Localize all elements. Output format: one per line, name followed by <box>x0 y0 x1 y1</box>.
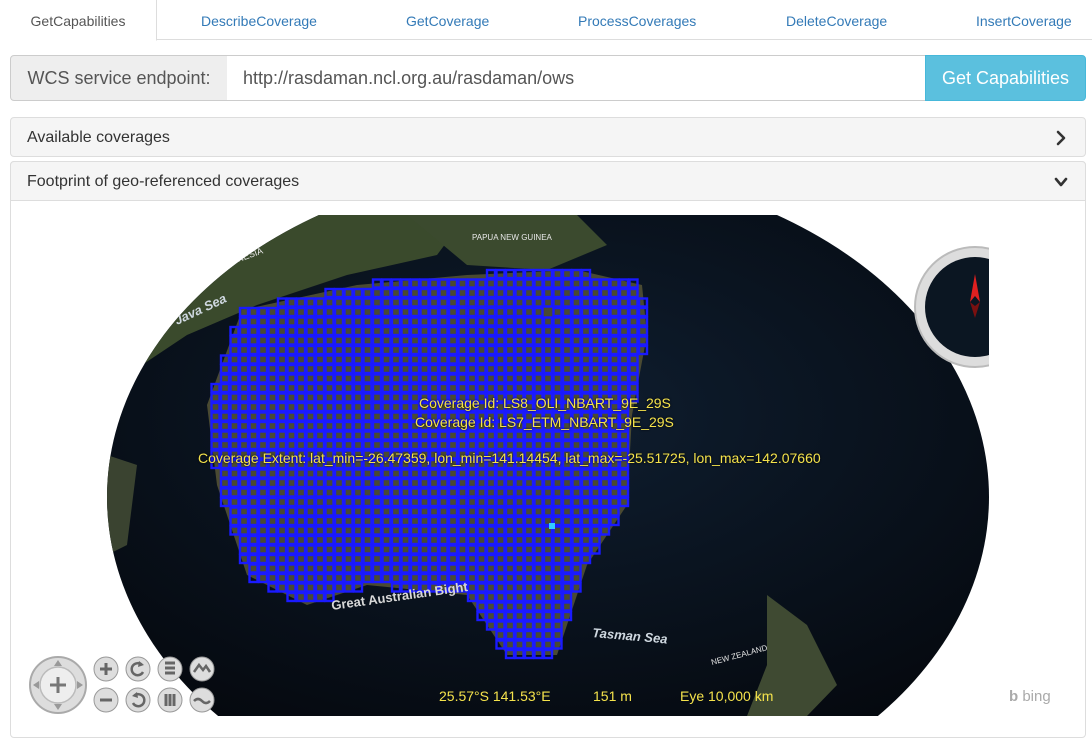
footprint-title: Footprint of geo-referenced coverages <box>27 173 300 190</box>
exaggerate-up-icon[interactable] <box>189 656 215 682</box>
rotate-left-icon[interactable] <box>125 656 151 682</box>
cursor-altitude: 151 m <box>593 688 632 704</box>
endpoint-url-input[interactable] <box>227 55 926 101</box>
eye-altitude: Eye 10,000 km <box>680 688 774 704</box>
tab-describecoverage[interactable]: DescribeCoverage <box>201 0 317 40</box>
chevron-right-icon <box>1056 130 1066 146</box>
bing-logo-icon: b <box>1009 688 1019 705</box>
tab-insertcoverage[interactable]: InsertCoverage <box>976 0 1072 40</box>
tilt-down-icon[interactable] <box>157 687 183 713</box>
pan-control-icon[interactable] <box>28 655 88 715</box>
coverage-extent: Coverage Extent: lat_min=-26.47359, lon_… <box>198 450 821 466</box>
tab-processcoverages[interactable]: ProcessCoverages <box>578 0 696 40</box>
cursor-position: 25.57°S 141.53°E <box>439 688 551 704</box>
available-coverages-title: Available coverages <box>27 129 170 146</box>
tab-bar: GetCapabilities DescribeCoverage GetCove… <box>0 0 1092 41</box>
rotate-right-icon[interactable] <box>125 687 151 713</box>
label-png: PAPUA NEW GUINEA <box>472 233 553 242</box>
endpoint-row: WCS service endpoint: Get Capabilities <box>10 55 1086 101</box>
available-coverages-header[interactable]: Available coverages <box>10 117 1086 157</box>
exaggerate-down-icon[interactable] <box>189 687 215 713</box>
footprint-header[interactable]: Footprint of geo-referenced coverages <box>10 161 1086 201</box>
get-capabilities-button[interactable]: Get Capabilities <box>925 55 1086 101</box>
tab-getcapabilities[interactable]: GetCapabilities <box>0 0 157 41</box>
zoom-out-icon[interactable] <box>93 687 119 713</box>
chevron-down-icon <box>1054 177 1068 187</box>
bing-attribution: b bing <box>1009 688 1051 705</box>
tab-getcoverage[interactable]: GetCoverage <box>406 0 489 40</box>
selected-coverage-tile <box>549 523 555 529</box>
coverage-id-1: Coverage Id: LS8_OLI_NBART_9E_29S <box>419 395 671 411</box>
coverage-id-2: Coverage Id: LS7_ETM_NBART_9E_29S <box>415 414 674 430</box>
tilt-up-icon[interactable] <box>157 656 183 682</box>
tab-deletecoverage[interactable]: DeleteCoverage <box>786 0 887 40</box>
zoom-in-icon[interactable] <box>93 656 119 682</box>
endpoint-label: WCS service endpoint: <box>10 55 228 101</box>
